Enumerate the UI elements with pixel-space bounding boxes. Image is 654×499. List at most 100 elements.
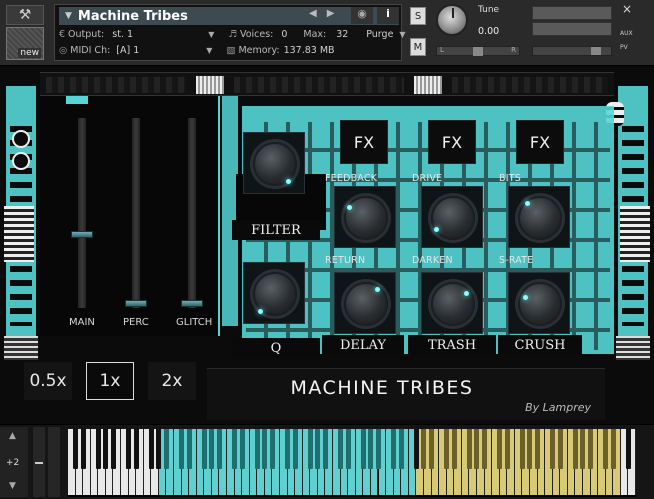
instrument-name[interactable]: Machine Tribes <box>78 9 188 24</box>
black-key[interactable] <box>103 429 109 469</box>
bits-knob[interactable] <box>508 186 570 248</box>
crush-fx-button[interactable]: FX <box>516 120 564 164</box>
info-icon[interactable]: i <box>377 7 399 24</box>
black-key[interactable] <box>307 429 313 469</box>
rate-0-5x-button[interactable]: 0.5x <box>24 362 72 400</box>
black-key[interactable] <box>451 429 457 469</box>
darken-knob-dial[interactable] <box>427 278 479 330</box>
black-key[interactable] <box>186 429 192 469</box>
black-key[interactable] <box>572 429 578 469</box>
drive-knob-dial[interactable] <box>427 192 479 244</box>
black-key[interactable] <box>603 429 609 469</box>
max-voices-value[interactable]: 32 <box>336 29 362 40</box>
black-key[interactable] <box>254 429 260 469</box>
mod-wheel[interactable] <box>48 427 60 497</box>
glitch-fader-handle[interactable] <box>181 300 203 307</box>
black-key[interactable] <box>126 429 132 469</box>
black-key[interactable] <box>610 429 616 469</box>
black-key[interactable] <box>209 429 215 469</box>
glitch-fader-track[interactable] <box>188 118 196 308</box>
trash-fx-button[interactable]: FX <box>428 120 476 164</box>
octave-up-icon[interactable]: ▲ <box>9 431 16 441</box>
output-select[interactable]: st. 1 <box>112 29 202 40</box>
aux-label[interactable]: AUX <box>620 30 633 37</box>
q-knob[interactable] <box>243 262 305 324</box>
camera-icon[interactable]: ◉ <box>351 7 373 24</box>
drive-knob[interactable] <box>421 186 483 248</box>
black-key[interactable] <box>345 429 351 469</box>
output-dropdown-icon[interactable]: ▼ <box>208 30 214 39</box>
black-key[interactable] <box>550 429 556 469</box>
feedback-knob-dial[interactable] <box>340 192 392 244</box>
black-key[interactable] <box>580 429 586 469</box>
rate-2x-button[interactable]: 2x <box>148 362 196 400</box>
s-rate-knob-dial[interactable] <box>514 278 566 330</box>
octave-shift-control[interactable]: ▲ +2 ▼ <box>0 427 28 497</box>
solo-button[interactable]: S <box>410 7 426 25</box>
black-key[interactable] <box>444 429 450 469</box>
black-key[interactable] <box>474 429 480 469</box>
black-key[interactable] <box>216 429 222 469</box>
purge-dropdown-icon[interactable]: ▼ <box>399 30 405 39</box>
piano-keyboard[interactable] <box>68 429 636 497</box>
black-key[interactable] <box>285 429 291 469</box>
black-key[interactable] <box>376 429 381 469</box>
pan-slider[interactable]: L R <box>436 46 520 56</box>
wrench-icon[interactable]: ⚒ <box>6 5 44 25</box>
black-key[interactable] <box>504 429 510 469</box>
tune-knob[interactable] <box>436 4 468 36</box>
black-key[interactable] <box>466 429 472 469</box>
black-key[interactable] <box>391 429 397 469</box>
main-fader-track[interactable] <box>78 118 86 308</box>
black-key[interactable] <box>322 429 328 469</box>
black-key[interactable] <box>262 429 268 469</box>
black-key[interactable] <box>368 429 374 469</box>
return-knob-dial[interactable] <box>340 278 392 330</box>
volume-handle[interactable] <box>591 47 601 55</box>
black-key[interactable] <box>73 429 79 469</box>
pitch-bend-wheel[interactable] <box>33 427 45 497</box>
black-key[interactable] <box>163 429 169 469</box>
black-key[interactable] <box>360 429 366 469</box>
black-key[interactable] <box>232 429 238 469</box>
tune-value[interactable]: 0.00 <box>478 26 499 37</box>
black-key[interactable] <box>156 429 162 469</box>
mute-button[interactable]: M <box>410 38 426 56</box>
black-key[interactable] <box>95 429 101 469</box>
filter-knob[interactable] <box>243 132 305 194</box>
main-fader-handle[interactable] <box>71 230 93 238</box>
black-key[interactable] <box>201 429 207 469</box>
black-key[interactable] <box>338 429 344 469</box>
perc-fader-track[interactable] <box>132 118 140 308</box>
black-key[interactable] <box>482 429 488 469</box>
rate-1x-button[interactable]: 1x <box>86 362 134 400</box>
black-key[interactable] <box>292 429 298 469</box>
black-key[interactable] <box>179 429 185 469</box>
black-key[interactable] <box>269 429 275 469</box>
black-key[interactable] <box>527 429 533 469</box>
midi-channel-select[interactable]: [A] 1 <box>116 45 200 56</box>
collapse-triangle-icon[interactable]: ▼ <box>65 11 72 21</box>
octave-down-icon[interactable]: ▼ <box>9 481 16 491</box>
feedback-knob[interactable] <box>334 186 396 248</box>
black-key[interactable] <box>133 429 139 469</box>
close-icon[interactable]: × <box>622 2 632 16</box>
black-key[interactable] <box>398 429 404 469</box>
black-key[interactable] <box>588 429 594 469</box>
return-knob[interactable] <box>334 272 396 334</box>
black-key[interactable] <box>429 429 435 469</box>
black-key[interactable] <box>421 429 427 469</box>
darken-knob[interactable] <box>421 272 483 334</box>
black-key[interactable] <box>148 429 154 469</box>
purge-button[interactable]: Purge <box>366 29 393 40</box>
delay-fx-button[interactable]: FX <box>340 120 388 164</box>
black-key[interactable] <box>239 429 245 469</box>
prev-next-arrows-icon[interactable]: ◀▶ <box>309 8 344 19</box>
black-key[interactable] <box>497 429 503 469</box>
black-key[interactable] <box>413 429 419 469</box>
black-key[interactable] <box>535 429 541 469</box>
pan-handle[interactable] <box>473 47 483 56</box>
black-key[interactable] <box>519 429 525 469</box>
black-key[interactable] <box>110 429 116 469</box>
pv-label[interactable]: PV <box>620 44 628 51</box>
